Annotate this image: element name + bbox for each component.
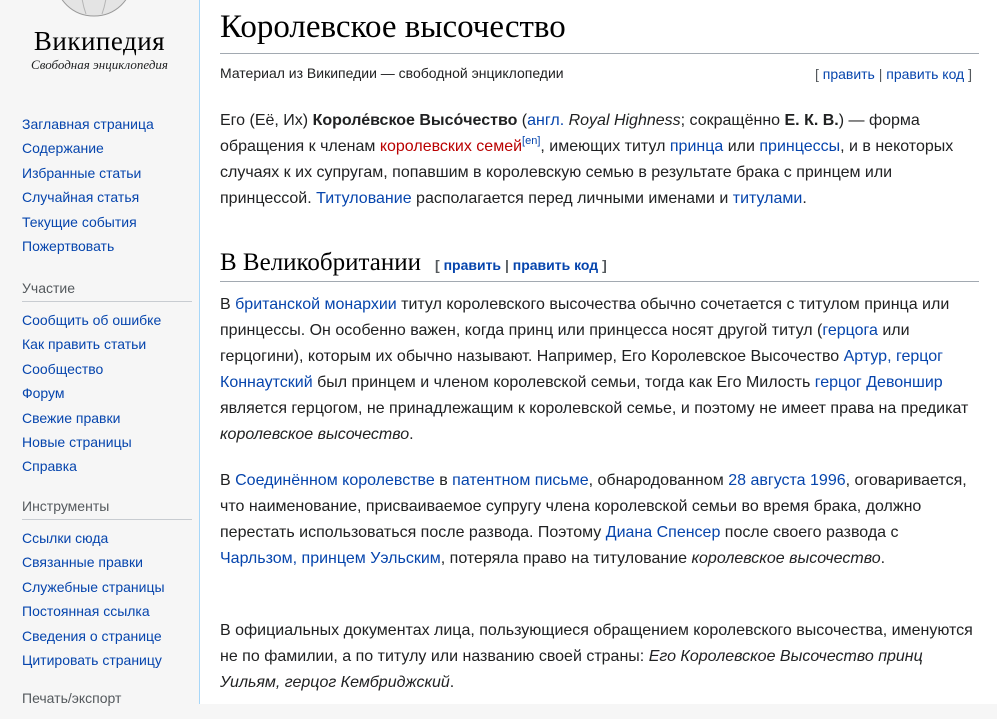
- content-area: Королевское высочество Материал из Викип…: [199, 0, 997, 704]
- text: или: [723, 138, 760, 155]
- portal-heading-print: Печать/экспорт: [22, 690, 122, 706]
- link-diana-spencer[interactable]: Диана Спенсер: [606, 524, 721, 541]
- wikipedia-logo[interactable]: Википедия Свободная энциклопедия: [0, 0, 199, 100]
- nav-link-featured[interactable]: Избранные статьи: [22, 165, 141, 181]
- logo-wordmark: Википедия: [33, 26, 166, 56]
- portal-heading-tools: Инструменты: [22, 498, 192, 520]
- text: Его (Её, Их): [220, 112, 313, 129]
- text: после своего развода с: [720, 524, 899, 541]
- wikipedia-globe-icon: [61, 0, 127, 17]
- link-titling[interactable]: Титулование: [316, 190, 411, 207]
- nav-link-help[interactable]: Справка: [22, 458, 77, 474]
- text: (: [517, 112, 528, 129]
- text: , имеющих титул: [540, 138, 670, 155]
- section-paragraph-3: В официальных документах лица, пользующи…: [220, 618, 980, 696]
- italic-term: королевское высочество: [220, 426, 410, 443]
- participation-portal: Участие Сообщить об ошибке Как править с…: [22, 280, 192, 481]
- nav-link-contents[interactable]: Содержание: [22, 140, 104, 156]
- bold-abbrev: Е. К. В.: [784, 112, 839, 129]
- text: .: [449, 674, 455, 691]
- section-edit-links: [ править | править код ]: [435, 257, 607, 273]
- navigation-portal: Заглавная страница Содержание Избранные …: [22, 114, 192, 260]
- interwiki-en-link[interactable]: [en]: [522, 135, 540, 147]
- edit-link[interactable]: править: [823, 66, 875, 82]
- nav-link-how-to-edit[interactable]: Как править статьи: [22, 336, 146, 352]
- portal-heading-participation: Участие: [22, 280, 192, 302]
- italic-term: Royal Highness: [568, 112, 681, 129]
- link-british-monarchy[interactable]: британской монархии: [235, 296, 397, 313]
- link-date-august-28[interactable]: 28 августа: [728, 472, 805, 489]
- text: был принцем и членом королевской семьи, …: [312, 374, 815, 391]
- nav-link-community[interactable]: Сообщество: [22, 361, 103, 377]
- link-titles[interactable]: титулами: [733, 190, 803, 207]
- nav-link-main-page[interactable]: Заглавная страница: [22, 116, 154, 132]
- link-duke-devonshire[interactable]: герцог Девоншир: [815, 374, 943, 391]
- section-paragraph-1: В британской монархии титул королевского…: [220, 292, 980, 448]
- link-year-1996[interactable]: 1996: [810, 472, 846, 489]
- tool-link-cite-page[interactable]: Цитировать страницу: [22, 652, 162, 668]
- nav-link-current-events[interactable]: Текущие события: [22, 214, 137, 230]
- nav-link-forum[interactable]: Форум: [22, 385, 65, 401]
- section-heading: В Великобритании [ править | править код …: [220, 249, 979, 282]
- text: .: [409, 426, 414, 443]
- nav-link-donate[interactable]: Пожертвовать: [22, 238, 114, 254]
- tool-link-permanent-link[interactable]: Постоянная ссылка: [22, 603, 150, 619]
- separator: |: [504, 257, 509, 273]
- text: В: [220, 296, 236, 313]
- bracket-close: ]: [602, 257, 607, 273]
- text: .: [802, 190, 807, 207]
- link-princess[interactable]: принцессы: [759, 138, 840, 155]
- page-edit-links: [ править | править код ]: [815, 66, 972, 82]
- intro-paragraph: Его (Её, Их) Короле́вское Высо́чество (а…: [220, 108, 980, 212]
- section-paragraph-2: В Соединённом королевстве в патентном пи…: [220, 468, 980, 572]
- text: ; сокращённо: [680, 112, 785, 129]
- link-letters-patent[interactable]: патентном письме: [452, 472, 588, 489]
- page-title: Королевское высочество: [220, 5, 979, 54]
- tool-link-related-changes[interactable]: Связанные правки: [22, 554, 143, 570]
- link-charles-prince-wales[interactable]: Чарльзом, принцем Уэльским: [220, 550, 441, 567]
- bracket-close: ]: [968, 66, 972, 82]
- sidebar: Википедия Свободная энциклопедия Заглавн…: [0, 0, 199, 706]
- text: в: [434, 472, 453, 489]
- tool-link-special-pages[interactable]: Служебные страницы: [22, 579, 165, 595]
- text: является герцогом, не принадлежащим к ко…: [220, 400, 969, 417]
- link-duke[interactable]: герцога: [822, 322, 878, 339]
- nav-link-recent-changes[interactable]: Свежие правки: [22, 410, 120, 426]
- link-united-kingdom[interactable]: Соединённом королевстве: [235, 472, 435, 489]
- link-prince[interactable]: принца: [670, 138, 723, 155]
- nav-link-new-pages[interactable]: Новые страницы: [22, 434, 132, 450]
- redlink-royal-families[interactable]: королевских семей: [380, 138, 522, 155]
- tools-portal: Инструменты Ссылки сюда Связанные правки…: [22, 498, 192, 674]
- section-title: В Великобритании: [220, 249, 421, 276]
- text: , обнародованном: [588, 472, 729, 489]
- bold-term: Короле́вское Высо́чество: [312, 112, 518, 129]
- print-export-portal: Печать/экспорт: [22, 690, 192, 719]
- text: .: [880, 550, 886, 567]
- edit-code-link[interactable]: править код: [886, 66, 964, 82]
- site-subtitle: Материал из Википедии — свободной энцикл…: [220, 65, 564, 81]
- section-edit-code-link[interactable]: править код: [513, 257, 598, 273]
- link-angl[interactable]: англ.: [527, 112, 564, 129]
- separator: |: [878, 66, 883, 82]
- nav-link-random[interactable]: Случайная статья: [22, 189, 139, 205]
- nav-link-report-error[interactable]: Сообщить об ошибке: [22, 312, 161, 328]
- bracket-open: [: [814, 66, 819, 82]
- bracket-open: [: [435, 257, 440, 273]
- text: располагается перед личными именами и: [411, 190, 733, 207]
- tool-link-what-links-here[interactable]: Ссылки сюда: [22, 530, 108, 546]
- italic-term: королевское высочество: [691, 550, 881, 567]
- section-edit-link[interactable]: править: [444, 257, 501, 273]
- tool-link-page-info[interactable]: Сведения о странице: [22, 628, 162, 644]
- logo-tagline: Свободная энциклопедия: [31, 57, 168, 72]
- text: В: [220, 472, 236, 489]
- text: , потеряла право на титулование: [440, 550, 692, 567]
